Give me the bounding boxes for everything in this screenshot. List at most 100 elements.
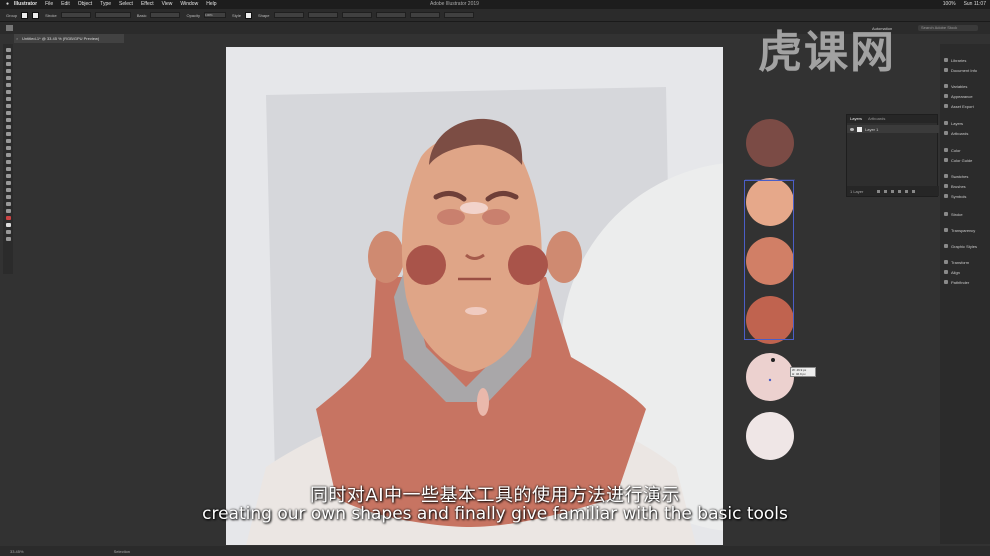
document-tab[interactable]: × Untitled-1* @ 33.45 % (RGB/GPU Preview…	[14, 34, 124, 43]
paintbrush-tool-icon[interactable]	[5, 111, 11, 115]
pen-tool-icon[interactable]	[5, 76, 11, 80]
tab-artboards[interactable]: Artboards	[868, 115, 885, 123]
tab-layers[interactable]: Layers	[850, 115, 862, 123]
line-tool-icon[interactable]	[5, 97, 11, 101]
character-illustration[interactable]	[226, 47, 723, 545]
dock-item-transparency[interactable]: Transparency	[940, 226, 990, 234]
apple-icon[interactable]: ●	[6, 0, 14, 9]
opacity-field[interactable]: 100%	[204, 12, 227, 18]
dock-item-align[interactable]: Align	[940, 268, 990, 276]
selection-bounding-box[interactable]	[744, 180, 794, 340]
menu-object[interactable]: Object	[78, 0, 92, 9]
type-tool-icon[interactable]	[5, 90, 11, 94]
zoom-tool-icon[interactable]	[5, 209, 11, 213]
mesh-tool-icon[interactable]	[5, 174, 11, 178]
eraser-tool-icon[interactable]	[5, 125, 11, 129]
menu-type[interactable]: Type	[100, 0, 111, 9]
color-mode-icon[interactable]	[5, 223, 11, 227]
dock-item-swatches[interactable]: Swatches	[940, 172, 990, 180]
dock-item-transform[interactable]: Transform	[940, 258, 990, 266]
dock-item-color[interactable]: Color	[940, 146, 990, 154]
shape-builder-tool-icon[interactable]	[5, 160, 11, 164]
dock-item-label: Asset Export	[951, 103, 974, 109]
hand-tool-icon[interactable]	[5, 202, 11, 206]
status-bar: 33.45% Selection	[0, 546, 990, 556]
home-icon[interactable]	[6, 25, 13, 31]
dock-item-stroke[interactable]: Stroke	[940, 210, 990, 218]
shaper-tool-icon[interactable]	[5, 118, 11, 122]
clipping-mask-icon[interactable]	[891, 189, 895, 193]
zoom-level-field[interactable]: 33.45%	[10, 549, 24, 554]
artboard[interactable]	[226, 47, 723, 545]
swatch-circle	[746, 353, 794, 401]
x-field[interactable]	[341, 12, 372, 18]
free-transform-tool-icon[interactable]	[5, 153, 11, 157]
curvature-tool-icon[interactable]	[5, 83, 11, 87]
stock-search-input[interactable]: Search Adobe Stock	[918, 25, 978, 31]
selection-tool-icon[interactable]	[5, 48, 11, 52]
dock-item-pathfinder[interactable]: Pathfinder	[940, 278, 990, 286]
fill-stroke-icon[interactable]	[5, 216, 11, 220]
menu-window[interactable]: Window	[180, 0, 198, 9]
blend-tool-icon[interactable]	[5, 195, 11, 199]
dock-item-symbols[interactable]: Symbols	[940, 192, 990, 200]
menu-effect[interactable]: Effect	[141, 0, 154, 9]
dock-item-label: Brushes	[951, 183, 966, 189]
dock-item-appearance[interactable]: Appearance	[940, 92, 990, 100]
mac-menubar: ● Illustrator File Edit Object Type Sele…	[0, 0, 990, 9]
w-field[interactable]	[409, 12, 440, 18]
chin-highlight	[465, 307, 487, 315]
eyedropper-tool-icon[interactable]	[5, 188, 11, 192]
scale-tool-icon[interactable]	[5, 139, 11, 143]
dock-item-graphic-styles[interactable]: Graphic Styles	[940, 242, 990, 250]
rotate-tool-icon[interactable]	[5, 132, 11, 136]
collect-export-icon[interactable]	[877, 189, 881, 193]
close-tab-icon[interactable]: ×	[16, 34, 18, 43]
dock-item-color-guide[interactable]: Color Guide	[940, 156, 990, 164]
gradient-tool-icon[interactable]	[5, 181, 11, 185]
shape-height-field[interactable]	[307, 12, 338, 18]
lasso-tool-icon[interactable]	[5, 69, 11, 73]
draw-mode-icon[interactable]	[5, 230, 11, 234]
eye-icon[interactable]	[850, 127, 854, 131]
rectangle-tool-icon[interactable]	[5, 104, 11, 108]
menu-file[interactable]: File	[45, 0, 53, 9]
stroke-weight-field[interactable]	[60, 12, 91, 18]
y-field[interactable]	[375, 12, 406, 18]
menu-select[interactable]: Select	[119, 0, 133, 9]
dock-item-asset-export[interactable]: Asset Export	[940, 102, 990, 110]
dock-item-brushes[interactable]: Brushes	[940, 182, 990, 190]
new-layer-icon[interactable]	[905, 189, 909, 193]
shape-width-field[interactable]	[273, 12, 304, 18]
variable-width-select[interactable]	[94, 12, 131, 18]
stroke-icon	[944, 212, 948, 216]
new-sublayer-icon[interactable]	[898, 189, 902, 193]
left-eye	[437, 209, 465, 225]
dock-item-document-info[interactable]: Document Info	[940, 66, 990, 74]
dock-item-variables[interactable]: Variables	[940, 82, 990, 90]
h-field[interactable]	[443, 12, 474, 18]
menu-view[interactable]: View	[162, 0, 173, 9]
dock-item-layers[interactable]: Layers	[940, 119, 990, 127]
layer-name[interactable]: Layer 1	[865, 127, 878, 132]
layer-row[interactable]: Layer 1	[847, 125, 939, 133]
menu-edit[interactable]: Edit	[61, 0, 70, 9]
width-tool-icon[interactable]	[5, 146, 11, 150]
direct-selection-tool-icon[interactable]	[5, 55, 11, 59]
perspective-tool-icon[interactable]	[5, 167, 11, 171]
trash-icon[interactable]	[912, 189, 916, 193]
menu-app[interactable]: Illustrator	[14, 0, 37, 9]
right-cheek	[508, 245, 548, 285]
magic-wand-tool-icon[interactable]	[5, 62, 11, 66]
fill-swatch[interactable]	[21, 11, 29, 19]
dock-item-artboards[interactable]: Artboards	[940, 129, 990, 137]
align-icon	[944, 270, 948, 274]
style-swatch[interactable]	[244, 11, 252, 19]
menu-help[interactable]: Help	[206, 0, 216, 9]
screen-mode-icon[interactable]	[5, 237, 11, 241]
brush-select[interactable]	[150, 12, 181, 18]
current-tool-status[interactable]: Selection	[114, 549, 130, 554]
stroke-swatch[interactable]	[32, 11, 40, 19]
locate-object-icon[interactable]	[884, 189, 888, 193]
dock-item-libraries[interactable]: Libraries	[940, 56, 990, 64]
